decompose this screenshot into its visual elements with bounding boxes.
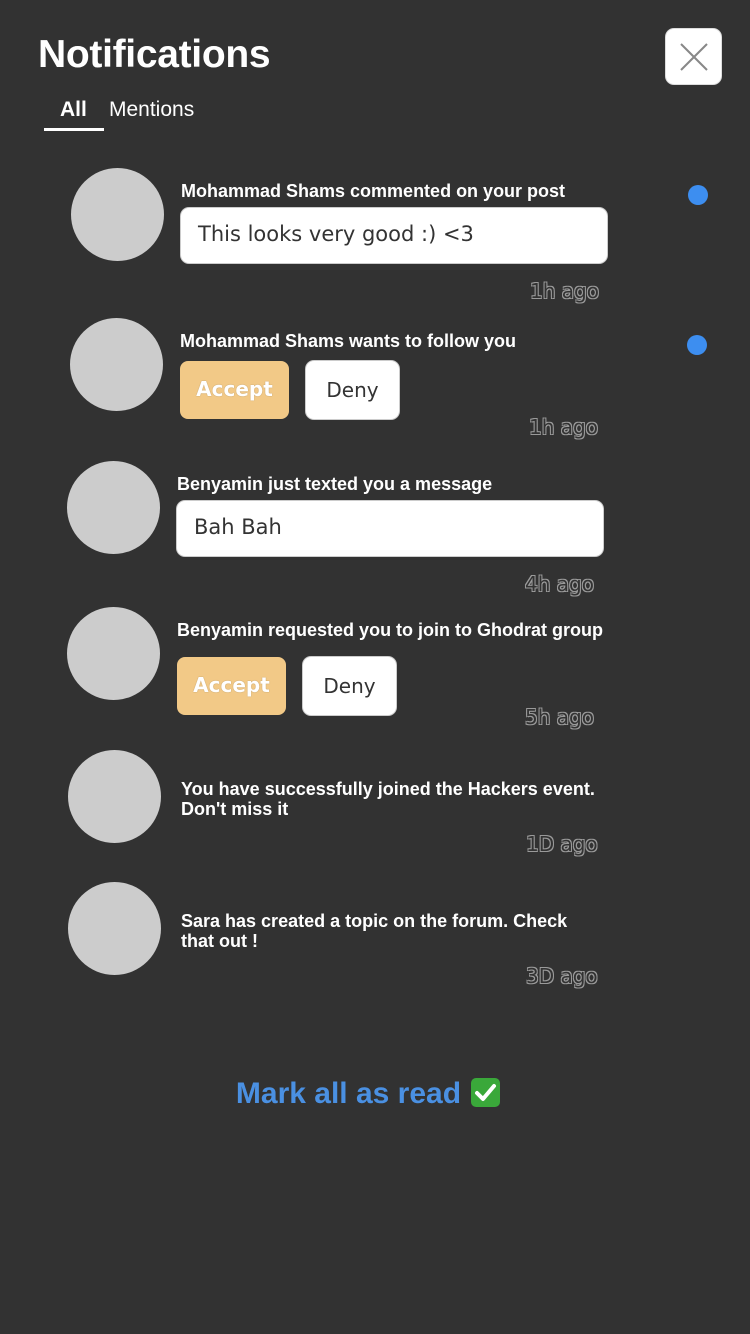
message-preview: Bah Bah	[177, 501, 603, 556]
notification-title: You have successfully joined the Hackers…	[181, 779, 595, 819]
notification-title: Benyamin requested you to join to Ghodra…	[177, 620, 604, 640]
notification-title: Benyamin just texted you a message	[177, 474, 493, 494]
avatar	[67, 461, 160, 554]
tab-mentions[interactable]: Mentions	[109, 98, 194, 122]
close-button[interactable]	[666, 29, 721, 84]
notification-time: 4h ago	[525, 572, 594, 596]
avatar	[68, 882, 161, 975]
unread-dot	[687, 335, 707, 355]
mark-all-read-label: Mark all as read	[235, 1077, 462, 1110]
active-tab-indicator	[44, 128, 104, 131]
page-title: Notifications	[38, 33, 271, 76]
notification-time: 3D ago	[526, 964, 598, 988]
notification-time: 1D ago	[526, 832, 598, 856]
mark-all-read-button[interactable]: Mark all as read	[0, 1077, 736, 1111]
avatar	[71, 168, 164, 261]
tab-all[interactable]: All	[60, 98, 87, 122]
deny-button[interactable]: Deny	[303, 657, 396, 715]
accept-button[interactable]: Accept	[177, 657, 286, 715]
notification-title: Sara has created a topic on the forum. C…	[181, 911, 568, 951]
notification-title: Mohammad Shams wants to follow you	[180, 331, 517, 351]
notification-time: 1h ago	[529, 415, 598, 439]
deny-button[interactable]: Deny	[306, 361, 399, 419]
notification-time: 5h ago	[525, 705, 594, 729]
accept-button[interactable]: Accept	[180, 361, 289, 419]
check-mark-icon	[471, 1078, 501, 1107]
message-preview: This looks very good :) <3	[181, 208, 607, 263]
notification-time: 1h ago	[530, 279, 599, 303]
avatar	[67, 607, 160, 700]
unread-dot	[688, 185, 708, 205]
close-icon	[679, 42, 708, 71]
notification-title: Mohammad Shams commented on your post	[181, 181, 566, 201]
avatar	[70, 318, 163, 411]
avatar	[68, 750, 161, 843]
